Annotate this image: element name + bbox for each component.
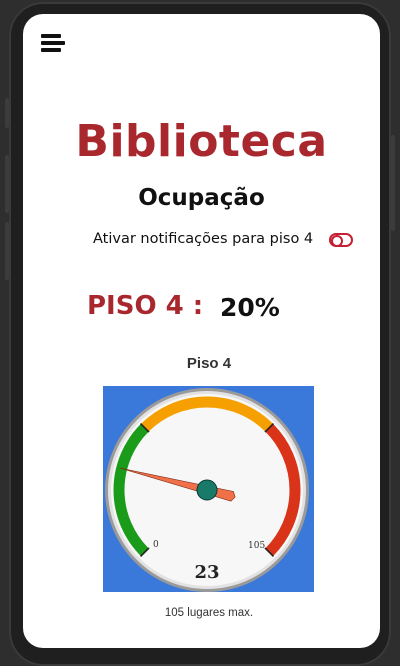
phone-side-button <box>5 155 9 213</box>
occupancy-percent: 20% <box>220 293 280 322</box>
toggle-knob <box>331 235 343 247</box>
phone-power-button <box>391 135 395 231</box>
capacity-note: 105 lugares max. <box>164 607 254 619</box>
phone-side-button <box>5 222 9 280</box>
gauge-title: Piso 4 <box>186 355 232 372</box>
floor-label: PISO 4 : <box>87 291 204 321</box>
hamburger-menu-icon[interactable] <box>41 34 67 56</box>
notifications-toggle[interactable] <box>329 233 353 247</box>
occupancy-gauge: 0 105 23 <box>103 386 314 592</box>
gauge-max-label: 105 <box>248 541 265 551</box>
page-subtitle: Ocupação <box>138 185 265 211</box>
gauge-hub <box>196 479 218 501</box>
gauge-svg: 0 105 23 <box>103 386 314 592</box>
notifications-label: Ativar notificações para piso 4 <box>93 231 314 247</box>
gauge-min-label: 0 <box>153 540 159 550</box>
app-screen: Biblioteca Ocupação Ativar notificações … <box>23 14 380 648</box>
gauge-value: 23 <box>194 562 219 583</box>
phone-side-button <box>5 98 9 128</box>
app-title: Biblioteca <box>75 116 328 167</box>
